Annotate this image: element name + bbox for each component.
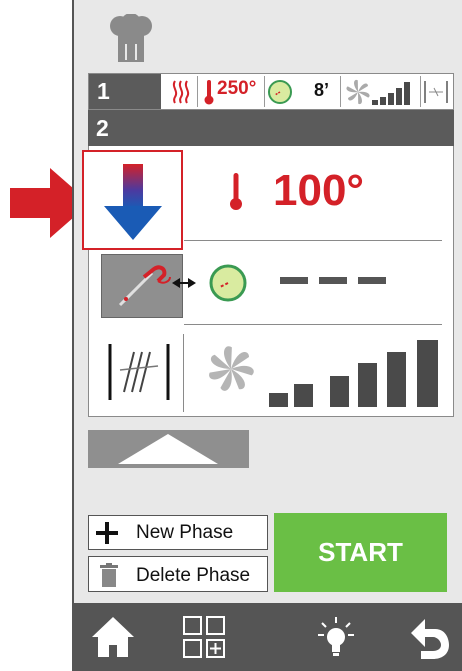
start-button[interactable]: START xyxy=(274,513,447,592)
collapse-button[interactable] xyxy=(88,430,249,468)
thermometer-icon xyxy=(230,173,242,210)
plus-icon xyxy=(96,522,118,544)
time-dash xyxy=(319,277,347,284)
fan-level-bar xyxy=(358,363,377,407)
trash-icon xyxy=(100,563,118,587)
divider xyxy=(184,324,442,325)
fan-level-bar xyxy=(269,393,288,407)
time-value: --- xyxy=(278,270,279,271)
time-dash xyxy=(358,277,386,284)
divider xyxy=(184,240,442,241)
time-dash xyxy=(280,277,308,284)
fan-level-bar xyxy=(330,376,349,407)
fan-icon[interactable] xyxy=(206,344,256,394)
direction-tile[interactable] xyxy=(82,150,183,250)
back-icon[interactable] xyxy=(409,613,453,663)
chef-hat-icon[interactable] xyxy=(108,14,154,64)
vent-icon[interactable] xyxy=(104,340,174,404)
grid-add-icon[interactable] xyxy=(182,615,226,659)
vent-icon xyxy=(424,81,448,103)
toggle-arrows-icon xyxy=(172,278,196,288)
fan-level-bars-small xyxy=(372,82,410,105)
phase-2-header[interactable]: 2 xyxy=(88,110,454,146)
chevron-up-icon xyxy=(118,434,218,464)
heat-waves-icon xyxy=(172,80,190,104)
phase-1-row[interactable]: 1 250° 8’ xyxy=(88,73,454,110)
probe-icon xyxy=(118,265,171,307)
home-icon[interactable] xyxy=(90,615,136,659)
timer-icon[interactable] xyxy=(208,263,248,303)
new-phase-label: New Phase xyxy=(136,522,234,543)
footer-toolbar xyxy=(72,603,462,671)
fan-icon xyxy=(346,79,370,105)
light-icon[interactable] xyxy=(316,615,356,659)
fan-level-bar xyxy=(294,384,313,407)
down-arrow-icon xyxy=(104,164,162,240)
fan-level-bar xyxy=(387,352,406,407)
delete-phase-button[interactable]: Delete Phase xyxy=(88,556,268,592)
phase-1-number: 1 xyxy=(89,74,161,109)
phase-1-time: 8’ xyxy=(314,80,330,100)
delete-phase-label: Delete Phase xyxy=(136,565,251,586)
vertical-divider xyxy=(183,334,184,412)
new-phase-button[interactable]: New Phase xyxy=(88,515,268,550)
timer-icon xyxy=(268,80,292,104)
probe-tile[interactable] xyxy=(101,254,183,318)
phase-1-temperature: 250° xyxy=(217,78,257,99)
thermometer-icon xyxy=(204,80,214,105)
fan-level-bar xyxy=(417,340,438,407)
phase-2-temperature[interactable]: 100° xyxy=(273,166,364,216)
